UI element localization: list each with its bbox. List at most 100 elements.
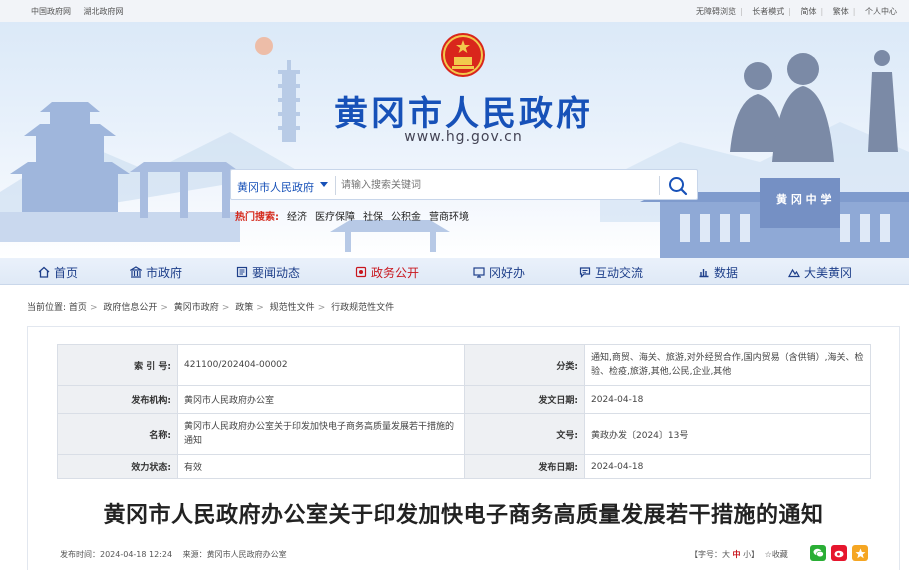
meta-label: 发布机构: [57, 385, 178, 414]
breadcrumb-separator: > [89, 303, 98, 313]
meta-issue-date-value: 2024-04-18 [584, 385, 871, 414]
monitor-icon [473, 267, 485, 278]
wechat-icon[interactable] [810, 545, 826, 561]
document-icon [355, 266, 367, 278]
hot-keyword[interactable]: 医疗保障 [315, 212, 355, 223]
meta-docno-value: 黄政办发〔2024〕13号 [584, 413, 871, 455]
nav-label: 数据 [714, 265, 739, 280]
meta-issuer-value: 黄冈市人民政府办公室 [177, 385, 465, 414]
nav-label: 要闻动态 [252, 265, 301, 280]
link-simplified[interactable]: 简体 [801, 7, 817, 16]
font-size-control: 【字号：大 中 小】 ☆收藏 [690, 549, 788, 560]
nav-ganghaoban[interactable]: 冈好办 [473, 262, 525, 282]
separator: | [788, 7, 791, 16]
meta-name-value: 黄冈市人民政府办公室关于印发加快电子商务高质量发展若干措施的通知 [177, 413, 465, 455]
font-size-small-button[interactable]: 小】 [743, 550, 759, 559]
search-bar: 黄冈市人民政府 [230, 169, 698, 200]
nav-label: 互动交流 [595, 265, 644, 280]
nav-city-government[interactable]: 市政府 [130, 262, 182, 282]
nav-interaction[interactable]: 互动交流 [579, 262, 643, 282]
building-icon [130, 266, 142, 278]
breadcrumb-separator: > [221, 303, 230, 313]
meta-label: 文号: [464, 413, 585, 455]
search-icon[interactable] [667, 175, 689, 197]
nav-beautiful-huanggang[interactable]: 大美黄冈 [788, 262, 852, 282]
hot-keyword[interactable]: 营商环境 [429, 212, 469, 223]
publish-info: 发布时间：2024-04-18 12:24 来源：黄冈市人民政府办公室 [60, 549, 295, 560]
hot-keyword[interactable]: 经济 [287, 212, 307, 223]
meta-index-value: 421100/202404-00002 [177, 344, 465, 386]
link-accessibility[interactable]: 无障碍浏览 [696, 7, 736, 16]
share-buttons [810, 545, 868, 561]
link-gov-cn[interactable]: 中国政府网 [31, 7, 71, 16]
top-bar: 中国政府网 湖北政府网 无障碍浏览 | 长者模式 | 简体 | 繁体 | 个人中心 [0, 0, 909, 22]
meta-label: 名称: [57, 413, 178, 455]
link-elder-mode[interactable]: 长者模式 [752, 7, 784, 16]
hot-keyword[interactable]: 公积金 [391, 212, 421, 223]
nav-label: 市政府 [146, 265, 183, 280]
chart-icon [699, 269, 709, 278]
meta-status-value: 有效 [177, 454, 465, 479]
link-traditional[interactable]: 繁体 [833, 7, 849, 16]
document-metadata-table: 索 引 号: 421100/202404-00002 分类: 通知,商贸、海关、… [57, 344, 871, 479]
favorite-icon[interactable]: ☆ [765, 550, 772, 559]
chat-icon [579, 267, 591, 278]
nav-label: 冈好办 [489, 265, 526, 280]
nav-news[interactable]: 要闻动态 [236, 262, 300, 282]
link-hubei-gov[interactable]: 湖北政府网 [84, 7, 124, 16]
news-icon [236, 266, 248, 278]
breadcrumb-item[interactable]: 政策 [235, 303, 253, 313]
hot-search-label: 热门搜索: [235, 212, 279, 223]
font-size-label: 【字号： [690, 550, 722, 559]
star-icon[interactable] [852, 545, 868, 561]
search-scope-select[interactable]: 黄冈市人民政府 [237, 179, 314, 195]
header-banner: 黄 冈 中 学 黄冈市人民政府 www.hg.gov.cn 黄冈市人民政府 热门… [0, 22, 909, 258]
meta-label: 索 引 号: [57, 344, 178, 386]
site-url: www.hg.gov.cn [404, 129, 523, 145]
meta-label: 发文日期: [464, 385, 585, 414]
chevron-down-icon[interactable] [320, 182, 328, 187]
breadcrumb-item[interactable]: 首页 [69, 303, 87, 313]
divider [335, 176, 336, 195]
breadcrumb-item[interactable]: 黄冈市政府 [174, 303, 219, 313]
breadcrumb-separator: > [256, 303, 264, 313]
search-input[interactable] [341, 175, 651, 195]
breadcrumb-item[interactable]: 政府信息公开 [103, 303, 157, 313]
weibo-icon[interactable] [831, 545, 847, 561]
home-icon [38, 266, 50, 278]
publish-time: 发布时间：2024-04-18 12:24 [60, 550, 173, 559]
nav-home[interactable]: 首页 [38, 262, 78, 282]
site-title: 黄冈市人民政府 [334, 94, 593, 134]
meta-category-value: 通知,商贸、海关、旅游,对外经贸合作,国内贸易（含供销）,海关、检验、检疫,旅游… [584, 344, 871, 386]
font-size-large-button[interactable]: 大 [722, 550, 730, 559]
meta-label: 分类: [464, 344, 585, 386]
nav-label: 首页 [54, 265, 79, 280]
separator: | [852, 7, 856, 16]
document-title: 黄冈市人民政府办公室关于印发加快电子商务高质量发展若干措施的通知 [103, 503, 824, 528]
school-sign: 黄 冈 中 学 [776, 192, 832, 206]
meta-pub-date-value: 2024-04-18 [584, 454, 871, 479]
font-size-medium-button[interactable]: 中 [733, 550, 741, 559]
national-emblem-icon [441, 33, 485, 77]
main-nav: 首页 市政府 要闻动态 政务公开 冈好办 互动交流 数据 大美黄冈 [0, 258, 909, 285]
breadcrumb-item[interactable]: 行政规范性文件 [331, 303, 394, 313]
breadcrumb-prefix: 当前位置: [27, 303, 67, 313]
mountain-icon [788, 268, 800, 278]
favorite-button[interactable]: 收藏 [772, 550, 788, 559]
nav-label: 政务公开 [371, 265, 420, 280]
breadcrumb-separator: > [160, 303, 168, 313]
hot-search: 热门搜索: 经济 医疗保障 社保 公积金 营商环境 [235, 208, 469, 223]
link-personal-center[interactable]: 个人中心 [865, 7, 897, 16]
separator: | [820, 7, 824, 16]
meta-label: 效力状态: [57, 454, 178, 479]
separator: | [740, 7, 743, 16]
hot-keyword[interactable]: 社保 [363, 212, 383, 223]
breadcrumb-item[interactable]: 规范性文件 [270, 303, 315, 313]
publish-source: 来源：黄冈市人民政府办公室 [182, 550, 287, 559]
nav-gov-affairs[interactable]: 政务公开 [355, 262, 419, 282]
nav-data[interactable]: 数据 [698, 262, 738, 282]
breadcrumb: 当前位置: 首页 > 政府信息公开 > 黄冈市政府 > 政策 > 规范性文件 > 行政规范… [27, 300, 394, 313]
divider [659, 176, 660, 195]
meta-label: 发布日期: [464, 454, 585, 479]
nav-label: 大美黄冈 [804, 265, 853, 280]
